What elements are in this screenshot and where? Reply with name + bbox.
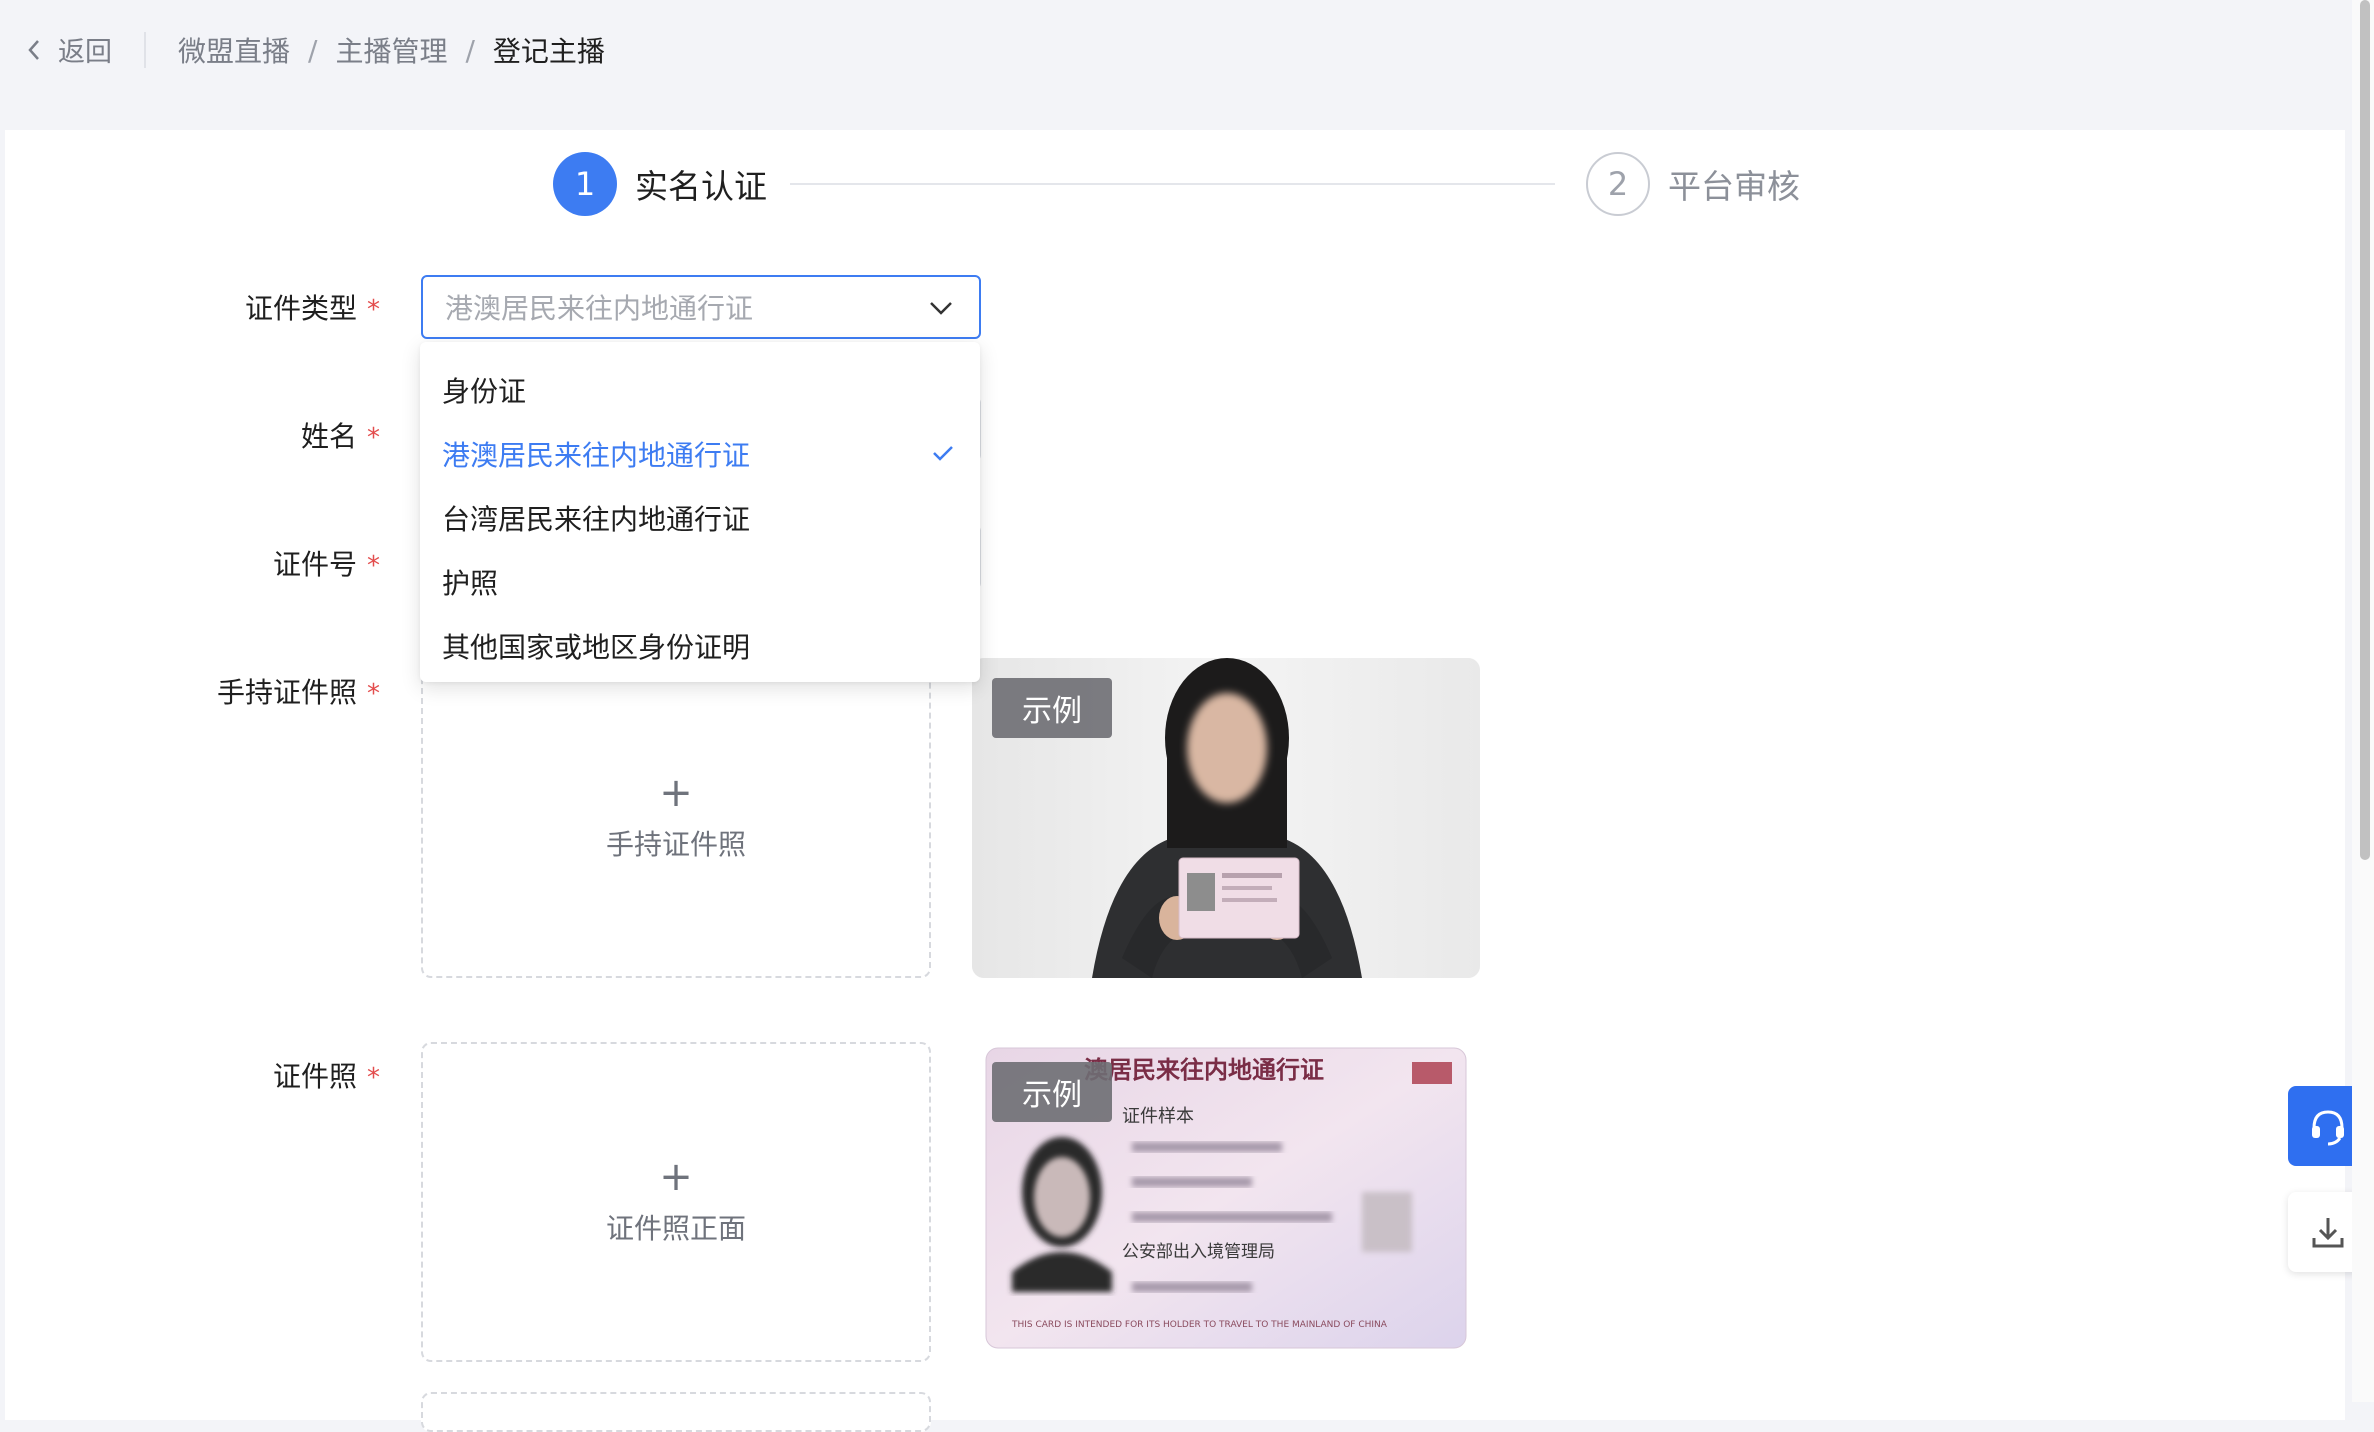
chevron-left-icon: [28, 39, 39, 60]
option-label: 身份证: [442, 375, 527, 408]
id-photo-front-upload[interactable]: + 证件照正面: [421, 1042, 931, 1362]
headset-icon: [2312, 1110, 2344, 1146]
option-other-id[interactable]: 其他国家或地区身份证明: [420, 614, 980, 678]
breadcrumb: 微盟直播 / 主播管理 / 登记主播: [178, 30, 605, 70]
breadcrumb-item-anchor-manage[interactable]: 主播管理: [335, 30, 447, 70]
step-connector: [790, 183, 1555, 185]
step-label-2: 平台审核: [1668, 167, 1800, 206]
required-mark: *: [367, 1063, 380, 1093]
id-card-subtitle: 证件样本: [1122, 1106, 1194, 1127]
breadcrumb-separator: /: [465, 33, 475, 67]
check-icon: [933, 446, 953, 461]
id-card-title: 澳居民来往内地通行证: [1084, 1055, 1324, 1084]
id-number-label-text: 证件号: [272, 548, 357, 581]
id-type-label: 证件类型 *: [120, 287, 380, 327]
example-badge: 示例: [992, 678, 1112, 738]
id-photo-label-text: 证件照: [272, 1060, 357, 1093]
id-photo-front-upload-text: 证件照正面: [605, 1212, 746, 1245]
plus-icon: +: [659, 770, 693, 816]
plus-icon: +: [659, 1154, 693, 1200]
example-badge: 示例: [992, 1062, 1112, 1122]
handheld-photo-example: 示例: [972, 658, 1480, 978]
handheld-photo-label: 手持证件照 *: [120, 671, 380, 711]
step-platform-review: 2 平台审核: [1586, 152, 1800, 216]
option-passport[interactable]: 护照: [420, 550, 980, 614]
handheld-photo-upload-text: 手持证件照: [605, 828, 746, 861]
scrollbar-thumb[interactable]: [2360, 0, 2370, 860]
id-number-label: 证件号 *: [120, 543, 380, 583]
id-type-dropdown: 身份证 港澳居民来往内地通行证 台湾居民来往内地通行证 护照 其他国家或地区身份…: [420, 342, 980, 682]
handheld-photo-label-text: 手持证件照: [216, 676, 357, 709]
breadcrumb-separator: /: [308, 33, 318, 67]
option-id-card[interactable]: 身份证: [420, 358, 980, 422]
id-card-authority: 公安部出入境管理局: [1122, 1242, 1275, 1262]
step-realname: 1 实名认证: [553, 152, 767, 216]
header-divider: [144, 32, 146, 68]
option-label: 港澳居民来往内地通行证: [442, 439, 751, 472]
required-mark: *: [367, 295, 380, 325]
option-hk-macau-permit[interactable]: 港澳居民来往内地通行证: [420, 422, 980, 486]
back-button[interactable]: 返回: [24, 30, 112, 69]
breadcrumb-item-live[interactable]: 微盟直播: [178, 30, 290, 70]
option-label: 护照: [442, 567, 499, 600]
download-icon: [2312, 1218, 2344, 1248]
id-type-select-value: 港澳居民来往内地通行证: [445, 292, 754, 325]
option-taiwan-permit[interactable]: 台湾居民来往内地通行证: [420, 486, 980, 550]
step-number-2: 2: [1586, 152, 1650, 216]
id-card-footer: THIS CARD IS INTENDED FOR ITS HOLDER TO …: [1011, 1320, 1388, 1330]
required-mark: *: [367, 679, 380, 709]
required-mark: *: [367, 423, 380, 453]
id-photo-example: 澳居民来往内地通行证 证件样本 公安部出入境管理局 THIS CARD IS I…: [972, 1042, 1480, 1362]
step-number-1: 1: [553, 152, 617, 216]
option-label: 台湾居民来往内地通行证: [442, 503, 751, 536]
breadcrumb-item-current: 登记主播: [492, 35, 605, 68]
back-label: 返回: [58, 37, 112, 68]
handheld-photo-upload[interactable]: + 手持证件照: [421, 658, 931, 978]
top-bar: 返回 微盟直播 / 主播管理 / 登记主播: [0, 0, 2350, 100]
name-label: 姓名 *: [120, 415, 380, 455]
id-photo-back-upload[interactable]: [421, 1392, 931, 1432]
option-label: 其他国家或地区身份证明: [442, 631, 751, 664]
required-mark: *: [367, 551, 380, 581]
id-type-select[interactable]: 港澳居民来往内地通行证: [421, 275, 981, 339]
chevron-down-icon: [930, 302, 952, 315]
name-label-text: 姓名: [300, 420, 357, 453]
id-photo-label: 证件照 *: [120, 1055, 380, 1095]
step-label-1: 实名认证: [635, 167, 767, 206]
id-type-label-text: 证件类型: [244, 292, 357, 325]
